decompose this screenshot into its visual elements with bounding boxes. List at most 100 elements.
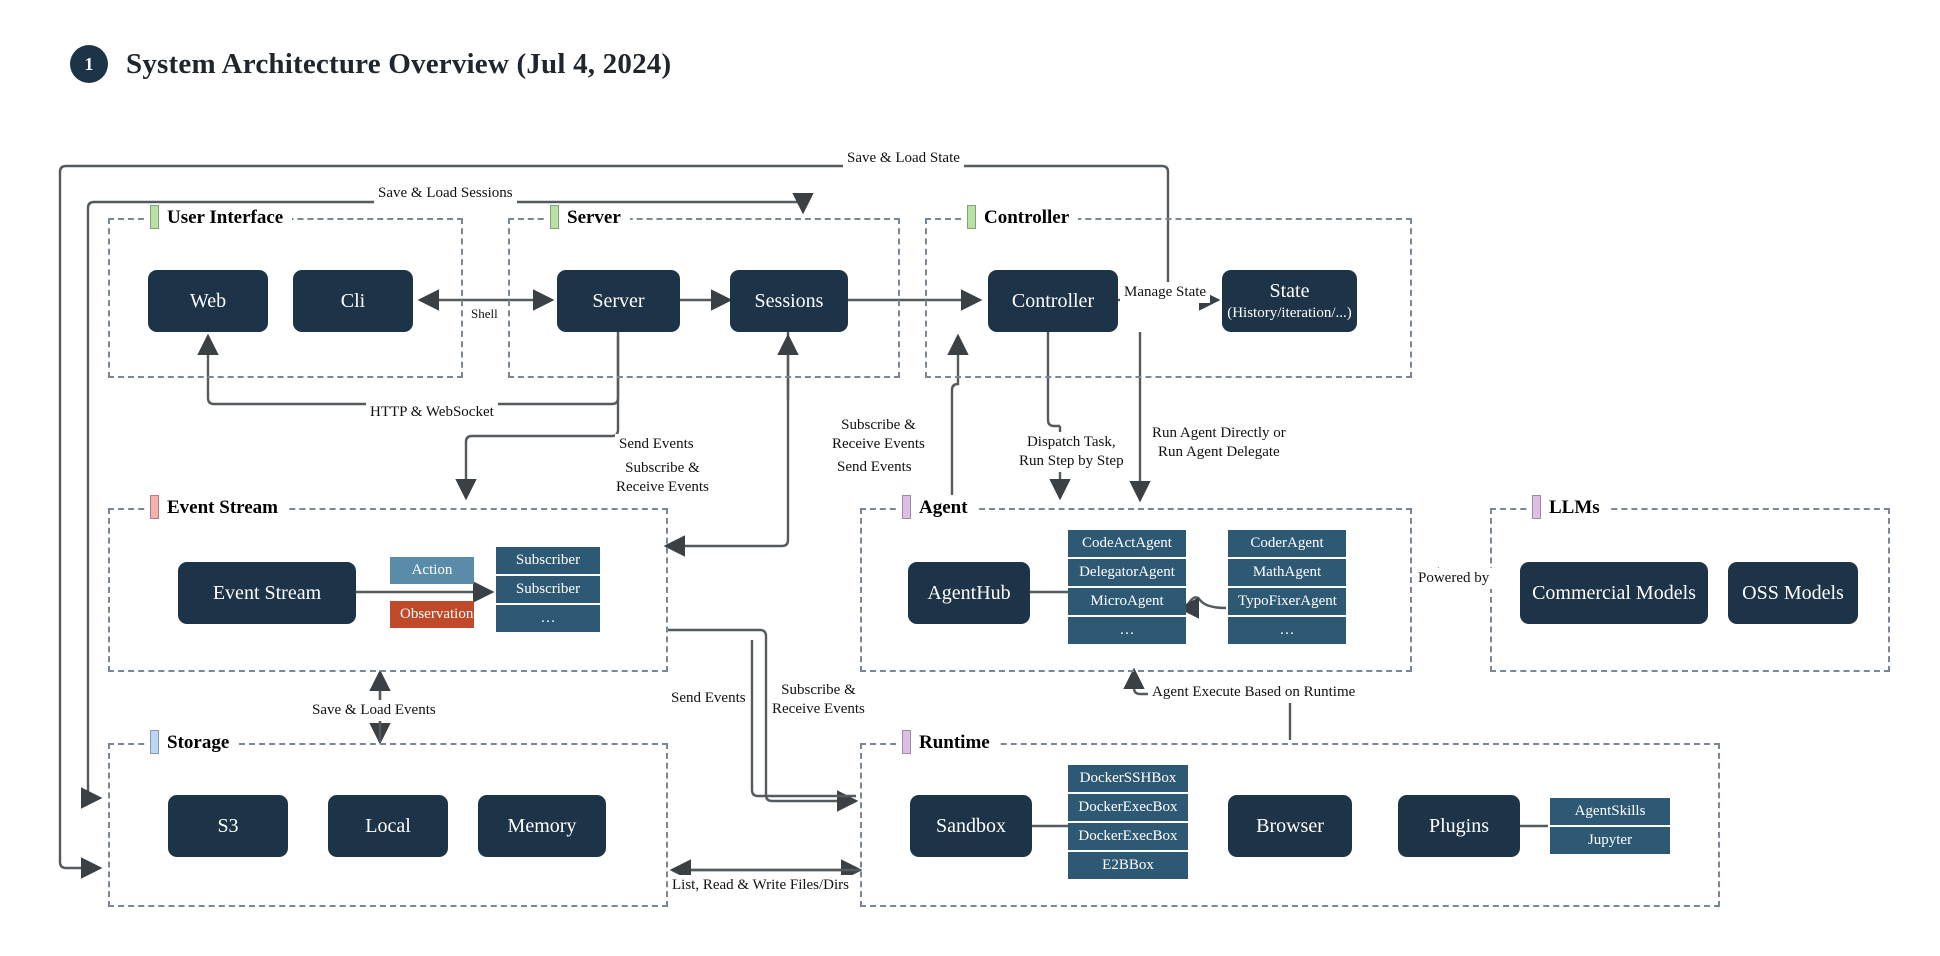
list-item[interactable]: … [496, 605, 600, 632]
agent-stack-left: CodeActAgent DelegatorAgent MicroAgent … [1068, 530, 1186, 644]
edge-label-agent-execute: Agent Execute Based on Runtime [1148, 682, 1360, 703]
node-label: AgentHub [927, 581, 1011, 604]
group-label-event-stream: Event Stream [146, 495, 287, 519]
group-color-bar-icon [1532, 495, 1541, 519]
node-memory[interactable]: Memory [478, 795, 606, 857]
group-label-text: Runtime [919, 731, 990, 753]
node-s3[interactable]: S3 [168, 795, 288, 857]
node-state[interactable]: State (History/iteration/...) [1222, 270, 1357, 332]
group-label-text: LLMs [1549, 496, 1600, 518]
node-label: Server [592, 289, 645, 312]
group-label-agent: Agent [898, 495, 977, 519]
plugin-stack: AgentSkills Jupyter [1550, 798, 1670, 854]
edge-label-shell: Shell [467, 305, 502, 324]
group-label-server: Server [546, 205, 630, 229]
list-item[interactable]: Subscriber [496, 547, 600, 574]
subscriber-stack: Subscriber Subscriber … [496, 547, 600, 632]
node-cli[interactable]: Cli [293, 270, 413, 332]
group-color-bar-icon [550, 205, 559, 229]
edge-label-text: Subscribe & Receive Events [832, 417, 925, 452]
edge-label-send-events-2: Send Events [833, 457, 916, 478]
node-controller[interactable]: Controller [988, 270, 1118, 332]
edge-label-save-load-events: Save & Load Events [308, 700, 440, 721]
list-item[interactable]: AgentSkills [1550, 798, 1670, 825]
agent-stack-right: CoderAgent MathAgent TypoFixerAgent … [1228, 530, 1346, 644]
group-color-bar-icon [902, 495, 911, 519]
node-event-stream[interactable]: Event Stream [178, 562, 356, 624]
node-commercial-models[interactable]: Commercial Models [1520, 562, 1708, 624]
node-label: Cli [340, 289, 366, 312]
edge-label-save-load-state: Save & Load State [843, 148, 964, 169]
edge-label-subscribe-receive-3: Subscribe & Receive Events [768, 680, 869, 720]
node-label: Browser [1256, 814, 1324, 837]
node-label: Memory [507, 814, 577, 837]
node-label: Local [365, 814, 411, 837]
node-label: State [1269, 279, 1310, 302]
group-label-text: Server [567, 206, 621, 228]
group-label-text: User Interface [167, 206, 284, 228]
group-color-bar-icon [150, 495, 159, 519]
group-label-text: Event Stream [167, 496, 278, 518]
diagram-canvas: 1 System Architecture Overview (Jul 4, 2… [0, 0, 1940, 956]
list-item[interactable]: MicroAgent [1068, 588, 1186, 615]
node-server[interactable]: Server [557, 270, 680, 332]
node-label: Commercial Models [1532, 581, 1696, 604]
sandbox-stack: DockerSSHBox DockerExecBox DockerExecBox… [1068, 765, 1188, 879]
node-oss-models[interactable]: OSS Models [1728, 562, 1858, 624]
edge-label-save-load-sessions: Save & Load Sessions [374, 183, 517, 204]
node-sandbox[interactable]: Sandbox [910, 795, 1032, 857]
edge-label-subscribe-receive-2: Subscribe & Receive Events [828, 415, 929, 455]
group-label-storage: Storage [146, 730, 239, 754]
page-header: 1 System Architecture Overview (Jul 4, 2… [70, 45, 671, 83]
node-web[interactable]: Web [148, 270, 268, 332]
list-item[interactable]: Jupyter [1550, 827, 1670, 854]
node-label: Sessions [754, 289, 824, 312]
group-color-bar-icon [150, 730, 159, 754]
list-item[interactable]: DelegatorAgent [1068, 559, 1186, 586]
list-item[interactable]: Subscriber [496, 576, 600, 603]
list-item[interactable]: E2BBox [1068, 852, 1188, 879]
list-item[interactable]: … [1068, 617, 1186, 644]
group-color-bar-icon [967, 205, 976, 229]
node-label: OSS Models [1742, 581, 1844, 604]
node-label: S3 [217, 814, 239, 837]
node-sublabel: (History/iteration/...) [1227, 304, 1352, 321]
group-label-text: Agent [919, 496, 968, 518]
group-label-text: Storage [167, 731, 230, 753]
edge-label-text: Subscribe & Receive Events [616, 460, 709, 495]
edge-label-list-read-write: List, Read & Write Files/Dirs [668, 875, 854, 896]
edge-label-manage-state: Manage State [1120, 282, 1211, 303]
edge-label-run-agent: Run Agent Directly or Run Agent Delegate [1148, 423, 1290, 463]
edge-label-dispatch-task: Dispatch Task, Run Step by Step [1015, 432, 1128, 472]
edge-label-send-events-1: Send Events [615, 434, 698, 455]
list-item[interactable]: TypoFixerAgent [1228, 588, 1346, 615]
group-label-llms: LLMs [1528, 495, 1609, 519]
node-agent-hub[interactable]: AgentHub [908, 562, 1030, 624]
list-item[interactable]: CoderAgent [1228, 530, 1346, 557]
list-item[interactable]: CodeActAgent [1068, 530, 1186, 557]
list-item[interactable]: DockerSSHBox [1068, 765, 1188, 792]
node-label: Controller [1011, 289, 1095, 312]
edge-label-http-websocket: HTTP & WebSocket [366, 402, 498, 423]
node-label: Web [189, 289, 227, 312]
page-title: System Architecture Overview (Jul 4, 202… [126, 47, 672, 80]
group-label-user-interface: User Interface [146, 205, 293, 229]
node-plugins[interactable]: Plugins [1398, 795, 1520, 857]
node-sessions[interactable]: Sessions [730, 270, 848, 332]
list-item[interactable]: DockerExecBox [1068, 794, 1188, 821]
edge-label-send-events-3: Send Events [667, 688, 750, 709]
tag-label: Observation [400, 606, 474, 622]
list-item[interactable]: … [1228, 617, 1346, 644]
tag-observation: Observation [390, 601, 474, 628]
list-item[interactable]: MathAgent [1228, 559, 1346, 586]
tag-label: Action [411, 562, 453, 578]
list-item[interactable]: DockerExecBox [1068, 823, 1188, 850]
edge-label-text: Subscribe & Receive Events [772, 682, 865, 717]
node-label: Plugins [1428, 814, 1490, 837]
edge-label-powered-by: Powered by [1414, 568, 1494, 589]
node-label: Sandbox [936, 814, 1006, 837]
edge-label-text: Dispatch Task, Run Step by Step [1019, 434, 1124, 469]
group-color-bar-icon [150, 205, 159, 229]
node-local[interactable]: Local [328, 795, 448, 857]
node-browser[interactable]: Browser [1228, 795, 1352, 857]
